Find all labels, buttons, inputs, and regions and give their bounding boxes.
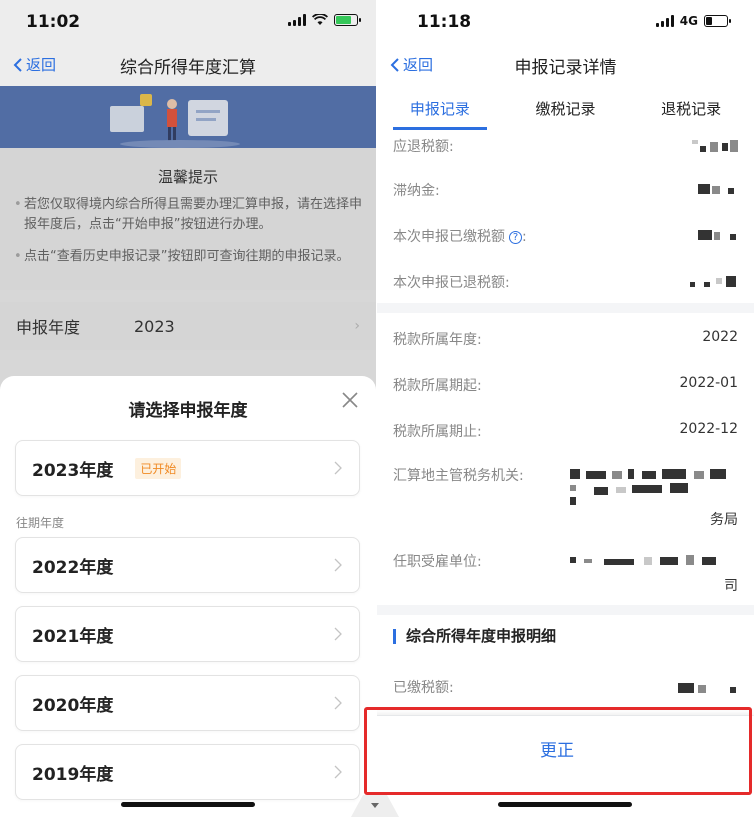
late-fee-row: 滞纳金:	[393, 180, 738, 200]
summary-section: 应退税额: 滞纳金: 本次申报已缴税额?: 本次申报已退税额:	[377, 130, 754, 303]
year-option-label: 2021年度	[32, 626, 114, 647]
close-icon[interactable]	[340, 390, 360, 410]
redacted-value	[678, 681, 738, 693]
battery-icon	[334, 14, 361, 26]
cellular-signal-icon	[655, 15, 674, 27]
paid-this-row: 本次申报已缴税额?:	[393, 226, 738, 246]
year-option[interactable]: 2022年度	[15, 537, 360, 593]
year-picker-sheet: 请选择申报年度 2023年度 已开始 往期年度 2022年度 2021年度 20…	[0, 376, 376, 817]
tab-filing-records[interactable]: 申报记录	[377, 86, 503, 130]
employer-label: 任职受雇单位:	[393, 554, 482, 570]
tab-bar: 申报记录 缴税记录 退税记录	[377, 86, 754, 130]
home-indicator[interactable]	[121, 802, 255, 807]
tax-period-section: 税款所属年度: 2022 税款所属期起: 2022-01 税款所属期止: 202…	[377, 313, 754, 605]
tax-year-label: 税款所属年度:	[393, 332, 482, 348]
redacted-value	[690, 276, 738, 288]
cellular-signal-icon	[288, 14, 306, 26]
nav-bar: 返回 综合所得年度汇算	[0, 44, 376, 86]
highlight-box	[364, 707, 752, 795]
status-bar: 11:18 4G	[377, 0, 754, 44]
chevron-right-icon	[334, 558, 342, 572]
status-time: 11:18	[417, 12, 472, 32]
tax-authority-label: 汇算地主管税务机关:	[393, 468, 524, 484]
tax-year-value: 2022	[702, 329, 738, 345]
right-phone-screen: 11:18 4G 返回 申报记录详情 申报记录 缴税记录 退税记录 应退税额: …	[377, 0, 754, 817]
chevron-right-icon	[334, 696, 342, 710]
status-bar: 11:02	[0, 0, 376, 44]
section-title: 综合所得年度申报明细	[393, 629, 556, 644]
page-title: 综合所得年度汇算	[120, 58, 256, 78]
year-option-current[interactable]: 2023年度 已开始	[15, 440, 360, 496]
period-end-row: 税款所属期止: 2022-12	[393, 421, 738, 441]
chevron-right-icon	[334, 461, 342, 475]
annual-detail-section: 综合所得年度申报明细 已缴税额:	[377, 615, 754, 715]
paid-this-label: 本次申报已缴税额	[393, 229, 505, 245]
year-option-label: 2023年度	[32, 460, 114, 481]
refund-due-row: 应退税额:	[393, 136, 738, 156]
refunded-this-row: 本次申报已退税额:	[393, 272, 738, 292]
redacted-value	[698, 230, 738, 242]
year-option[interactable]: 2021年度	[15, 606, 360, 662]
period-end-label: 税款所属期止:	[393, 424, 482, 440]
past-years-label: 往期年度	[16, 516, 65, 530]
employer-tail: 司	[724, 578, 738, 594]
period-start-label: 税款所属期起:	[393, 378, 482, 394]
employer-row: 任职受雇单位: 司	[393, 551, 738, 594]
redacted-value	[570, 555, 738, 567]
status-time: 11:02	[26, 12, 81, 32]
network-label: 4G	[679, 14, 698, 28]
left-phone-screen: 11:02 返回 综合所得年度汇算 温馨提示 若您仅取得境内综合所得且需	[0, 0, 376, 817]
redacted-value	[698, 184, 738, 196]
tax-year-row: 税款所属年度: 2022	[393, 329, 738, 349]
redacted-value	[692, 140, 738, 154]
help-icon[interactable]: ?	[509, 231, 522, 244]
tax-authority-tail: 务局	[710, 512, 738, 528]
year-option[interactable]: 2020年度	[15, 675, 360, 731]
tab-payment-records[interactable]: 缴税记录	[503, 86, 629, 130]
year-option-label: 2019年度	[32, 764, 114, 785]
status-badge: 已开始	[135, 457, 182, 479]
tab-refund-records[interactable]: 退税记录	[628, 86, 754, 130]
year-option[interactable]: 2019年度	[15, 744, 360, 800]
chevron-down-icon	[371, 803, 379, 808]
sheet-title: 请选择申报年度	[128, 401, 248, 421]
chevron-right-icon	[334, 627, 342, 641]
period-start-row: 税款所属期起: 2022-01	[393, 375, 738, 395]
page-title: 申报记录详情	[514, 58, 617, 78]
late-fee-label: 滞纳金:	[393, 183, 440, 199]
tax-authority-row: 汇算地主管税务机关: 务局	[393, 465, 738, 528]
redacted-value	[570, 469, 738, 505]
wifi-icon	[312, 14, 328, 25]
refunded-this-label: 本次申报已退税额:	[393, 275, 510, 291]
year-option-label: 2022年度	[32, 557, 114, 578]
home-indicator[interactable]	[498, 802, 632, 807]
period-start-value: 2022-01	[679, 375, 739, 391]
period-end-value: 2022-12	[679, 421, 739, 437]
paid-tax-row: 已缴税额:	[393, 677, 738, 697]
refund-due-label: 应退税额:	[393, 139, 454, 155]
paid-tax-label: 已缴税额:	[393, 680, 454, 696]
chevron-right-icon	[334, 765, 342, 779]
nav-bar: 返回 申报记录详情	[377, 44, 754, 86]
year-option-label: 2020年度	[32, 695, 114, 716]
battery-icon	[704, 15, 731, 27]
